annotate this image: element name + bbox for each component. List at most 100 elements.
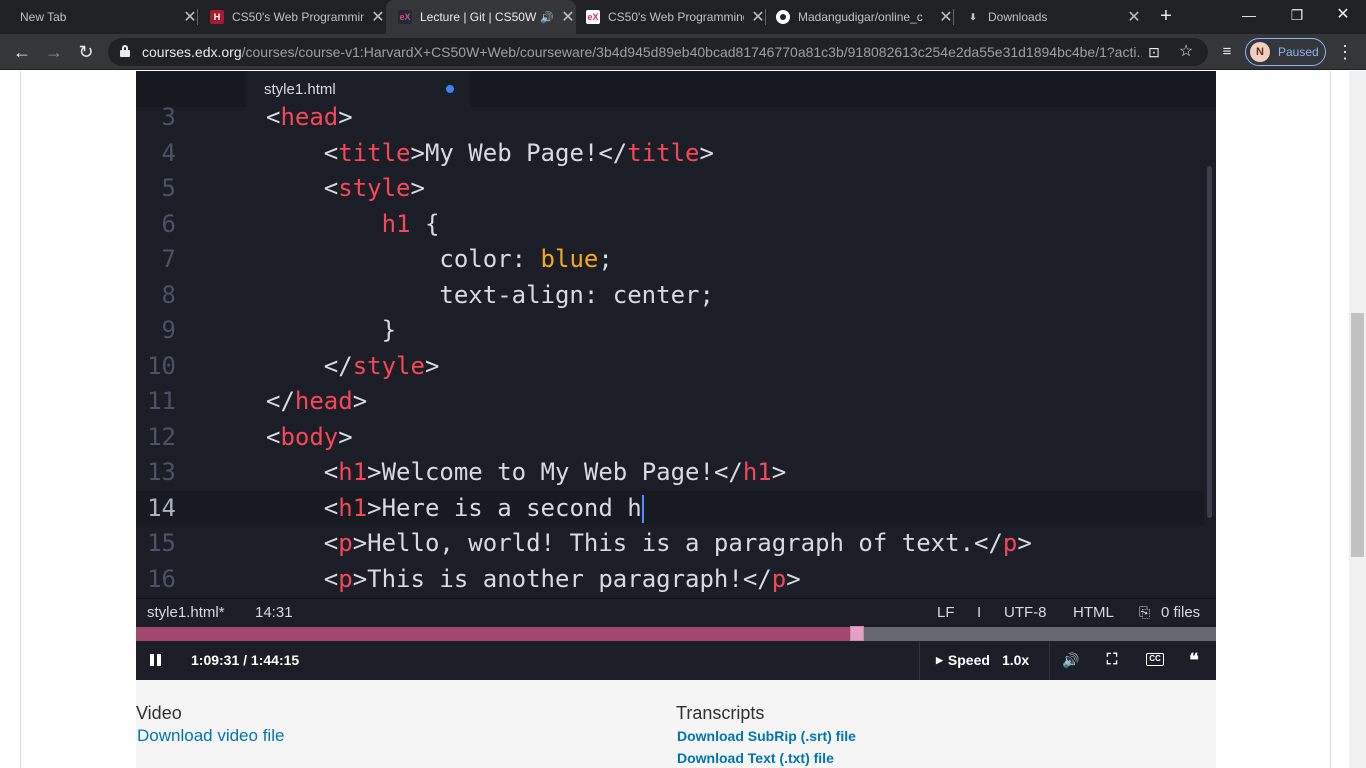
closed-captions-icon[interactable]: CC bbox=[1146, 653, 1164, 666]
content-border bbox=[20, 71, 21, 768]
line-number: 6 bbox=[161, 209, 176, 238]
code-text: <body> bbox=[266, 422, 353, 451]
line-number: 16 bbox=[147, 564, 176, 593]
tab-cs50-web-programming[interactable]: H CS50's Web Programming ✕ bbox=[198, 0, 386, 34]
video-heading: Video bbox=[136, 703, 182, 723]
address-bar[interactable]: courses.edx.org/courses/course-v1:Harvar… bbox=[108, 38, 1208, 66]
tab-title: CS50's Web Programming bbox=[232, 10, 364, 24]
code-text: } bbox=[266, 316, 397, 344]
forward-arrow-icon[interactable]: → bbox=[42, 40, 66, 64]
tab-title: Lecture | Git | CS50W bbox=[420, 10, 537, 24]
tab-close-icon[interactable]: ✕ bbox=[1126, 7, 1142, 27]
code-line: 10 </style> bbox=[136, 349, 1204, 385]
lock-icon[interactable] bbox=[120, 45, 130, 58]
line-number: 9 bbox=[161, 316, 176, 344]
code-text: <style> bbox=[266, 174, 425, 202]
line-number: 7 bbox=[161, 245, 176, 273]
code-text: <h1>Here is a second h bbox=[266, 493, 644, 523]
code-text: h1 { bbox=[381, 209, 440, 238]
tab-new-tab[interactable]: New Tab ✕ bbox=[8, 0, 198, 34]
file-icon: ⎘ bbox=[1139, 604, 1151, 620]
pause-icon[interactable] bbox=[150, 654, 162, 666]
code-line: 11 </head> bbox=[136, 384, 1204, 420]
code-text: text-align: center; bbox=[266, 280, 714, 309]
code-text: <p>This is another paragraph!</p> bbox=[266, 564, 801, 593]
status-encoding: UTF-8 bbox=[1004, 604, 1047, 621]
code-text: <head> bbox=[266, 103, 353, 131]
download-txt-link[interactable]: Download Text (.txt) file bbox=[677, 750, 834, 766]
line-number: 15 bbox=[147, 529, 176, 557]
speaker-icon[interactable]: 🔊 bbox=[540, 11, 554, 24]
line-number: 5 bbox=[161, 174, 176, 202]
tab-close-icon[interactable]: ✕ bbox=[938, 7, 954, 27]
new-tab-plus-icon[interactable]: + bbox=[1155, 5, 1177, 27]
download-srt-link[interactable]: Download SubRip (.srt) file bbox=[677, 728, 856, 744]
tab-title: Madangudigar/online_c bbox=[798, 10, 923, 24]
line-number: 8 bbox=[161, 280, 176, 309]
code-text: <title>My Web Page!</title> bbox=[266, 138, 714, 167]
edx-icon: eX bbox=[586, 10, 600, 24]
code-text: <h1>Welcome to My Web Page!</h1> bbox=[266, 458, 787, 486]
line-number: 12 bbox=[147, 422, 176, 451]
code-line: 15 <p>Hello, world! This is a paragraph … bbox=[136, 526, 1204, 562]
progress-fill bbox=[136, 627, 858, 641]
code-line: 6 h1 { bbox=[136, 207, 1204, 243]
download-video-link[interactable]: Download video file bbox=[137, 726, 284, 746]
translate-icon[interactable]: ⊡ bbox=[1144, 42, 1164, 62]
back-arrow-icon[interactable]: ← bbox=[10, 40, 34, 64]
window-close-icon[interactable]: ✕ bbox=[1332, 4, 1354, 26]
minimize-icon[interactable]: — bbox=[1238, 4, 1260, 26]
tab-github[interactable]: Madangudigar/online_c ✕ bbox=[766, 0, 954, 34]
tab-close-icon[interactable]: ✕ bbox=[182, 7, 198, 27]
code-line: 5 <style> bbox=[136, 171, 1204, 207]
tab-close-icon[interactable]: ✕ bbox=[370, 7, 386, 27]
speed-value: 1.0x bbox=[1001, 652, 1030, 668]
address-url[interactable]: courses.edx.org/courses/course-v1:Harvar… bbox=[142, 44, 1142, 60]
status-line-ending: LF bbox=[937, 604, 955, 621]
media-queue-icon[interactable]: ≡ bbox=[1215, 40, 1239, 64]
content-border bbox=[1330, 71, 1331, 768]
video-player[interactable]: style1.html 3 <head> 4 <title>My Web Page!… bbox=[136, 71, 1216, 680]
edx-icon: eX bbox=[398, 10, 412, 24]
code-line: 14 <h1>Here is a second h bbox=[136, 490, 1204, 526]
github-icon bbox=[776, 10, 790, 24]
status-cursor: 14:31 bbox=[255, 604, 293, 621]
tab-title: Downloads bbox=[988, 10, 1048, 24]
download-icon: ⬇ bbox=[969, 11, 977, 22]
video-progress-bar[interactable] bbox=[136, 626, 1216, 641]
control-divider bbox=[919, 641, 920, 680]
line-number: 4 bbox=[161, 138, 176, 167]
code-text: </head> bbox=[266, 387, 368, 415]
tab-strip: New Tab ✕ H CS50's Web Programming ✕ eX … bbox=[0, 0, 1366, 34]
tab-cs50-web-programming-2[interactable]: eX CS50's Web Programming ✕ bbox=[576, 0, 766, 34]
speed-button[interactable]: ▶ Speed 1.0x bbox=[936, 652, 1029, 668]
code-line: 3 <head> bbox=[136, 100, 1204, 136]
control-divider bbox=[1049, 641, 1050, 680]
tab-close-icon[interactable]: ✕ bbox=[750, 7, 766, 27]
tab-downloads[interactable]: ⬇ Downloads ✕ bbox=[954, 0, 1142, 34]
line-number: 10 bbox=[147, 351, 176, 380]
fullscreen-icon[interactable]: ⛶ bbox=[1103, 651, 1121, 669]
progress-handle[interactable] bbox=[850, 626, 865, 641]
speed-label: Speed bbox=[947, 652, 990, 668]
line-number: 13 bbox=[147, 458, 176, 486]
page-scrollbar[interactable] bbox=[1349, 71, 1366, 768]
code-text: </style> bbox=[266, 351, 440, 380]
bookmark-star-icon[interactable]: ☆ bbox=[1176, 42, 1196, 62]
harvard-shield-icon: H bbox=[210, 10, 224, 24]
downloads-section bbox=[136, 680, 1216, 768]
restore-icon[interactable]: ❐ bbox=[1286, 4, 1308, 26]
tab-lecture-git[interactable]: eX Lecture | Git | CS50W 🔊 ✕ bbox=[386, 0, 576, 34]
editor-file-name: style1.html bbox=[264, 81, 336, 98]
menu-kebab-icon[interactable]: ⋮ bbox=[1333, 40, 1357, 64]
transcripts-heading: Transcripts bbox=[676, 703, 765, 723]
volume-icon[interactable]: 🔊 bbox=[1062, 651, 1080, 669]
reload-icon[interactable]: ↻ bbox=[74, 40, 98, 64]
transcript-quote-icon[interactable]: ❝ bbox=[1185, 651, 1203, 669]
tab-close-icon[interactable]: ✕ bbox=[560, 7, 576, 27]
code-text: color: blue; bbox=[266, 245, 613, 273]
status-separator: I bbox=[977, 604, 982, 621]
profile-button[interactable]: N Paused bbox=[1245, 38, 1326, 66]
code-line: 16 <p>This is another paragraph!</p> bbox=[136, 562, 1204, 598]
scrollbar-thumb[interactable] bbox=[1351, 313, 1364, 557]
